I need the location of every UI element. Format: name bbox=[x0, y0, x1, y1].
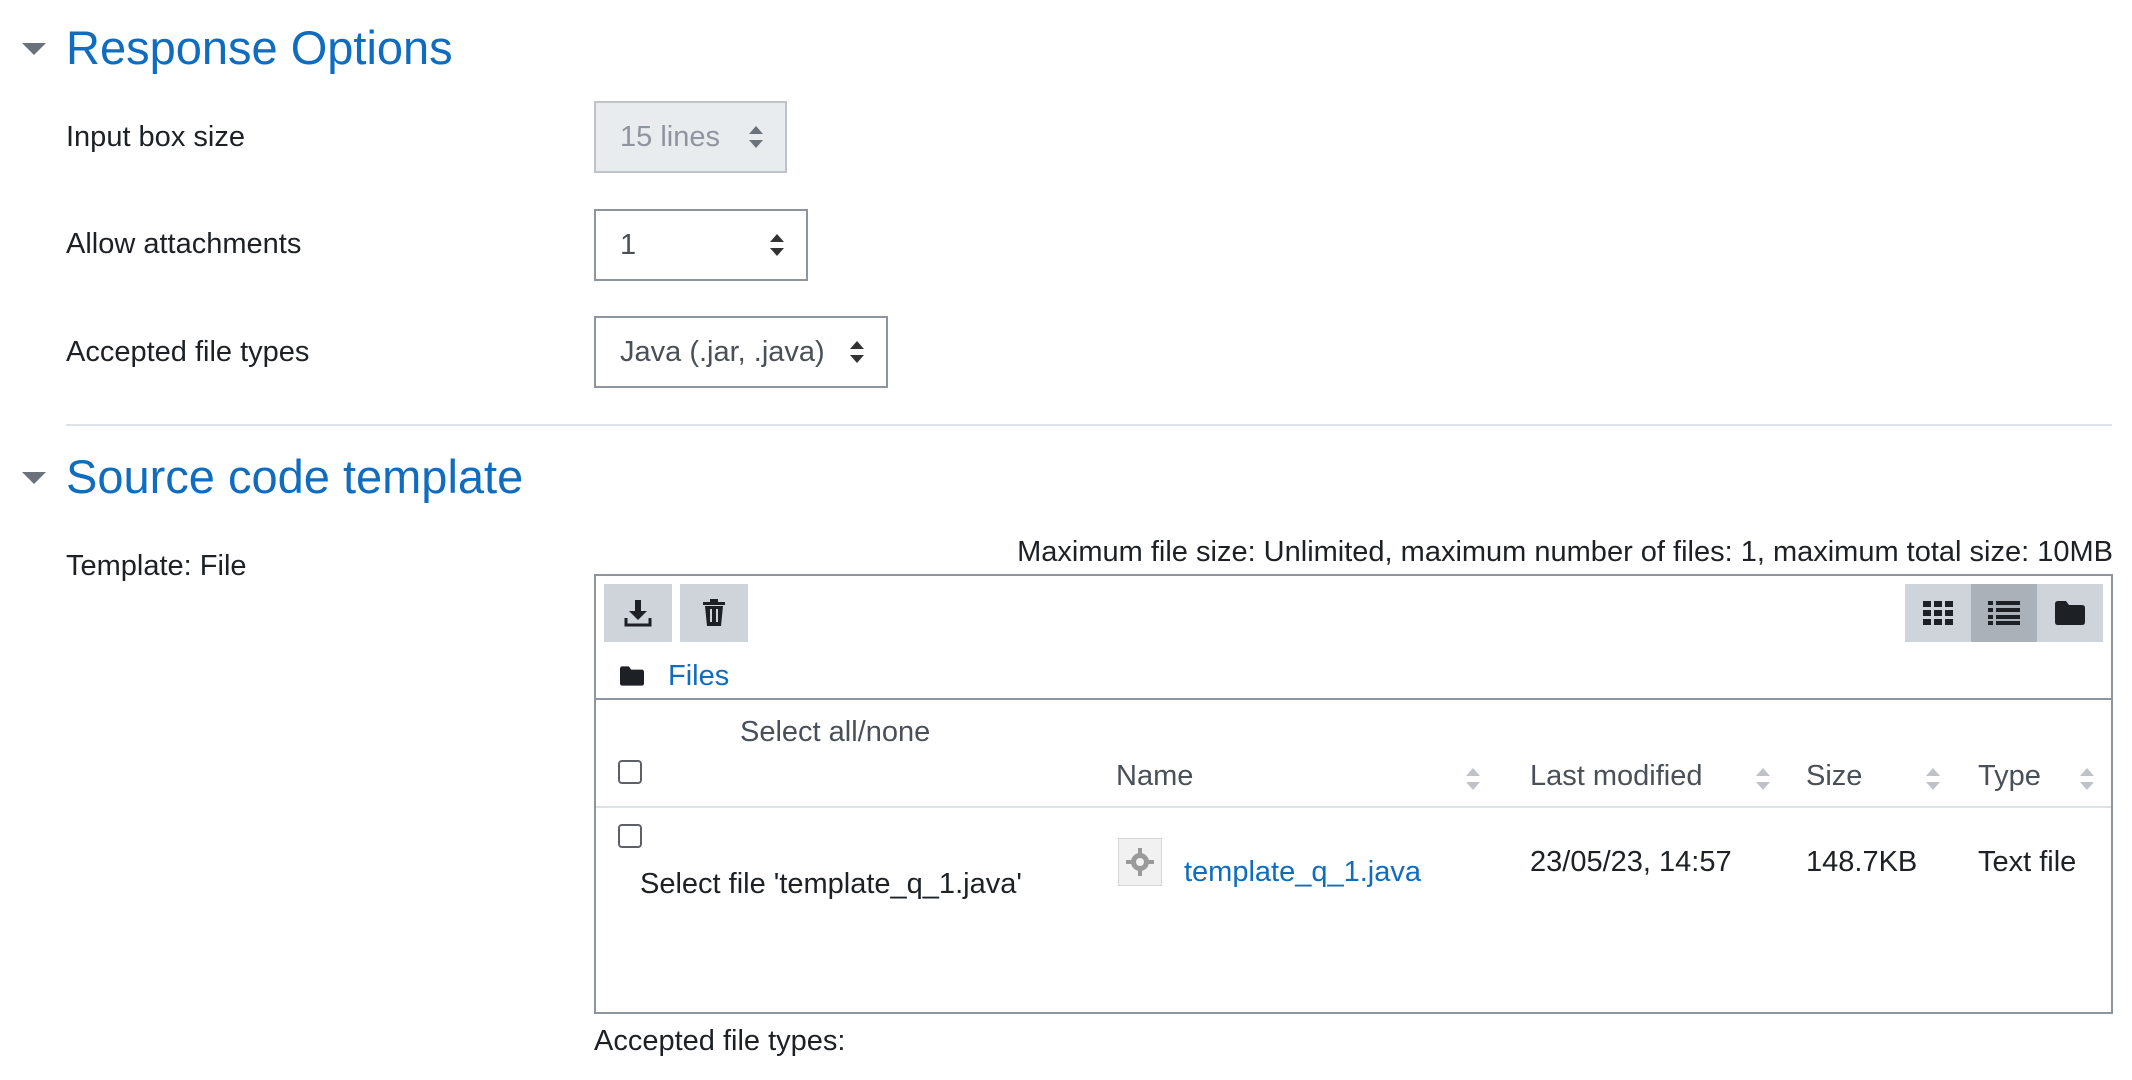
section-title-source-code-template[interactable]: Source code template bbox=[66, 449, 523, 504]
file-size: 148.7KB bbox=[1806, 846, 1918, 878]
input-box-size-select: 15 lines bbox=[594, 101, 787, 173]
gear-icon bbox=[1126, 848, 1154, 876]
file-manager-divider bbox=[596, 698, 2111, 700]
collapse-caret-icon[interactable] bbox=[22, 472, 46, 484]
grid-icon bbox=[1923, 601, 1953, 625]
allow-attachments-select[interactable]: 1 bbox=[594, 209, 808, 281]
column-header-last-modified[interactable]: Last modified bbox=[1530, 760, 1703, 793]
column-header-type[interactable]: Type bbox=[1978, 760, 2041, 793]
allow-attachments-label: Allow attachments bbox=[66, 228, 302, 260]
trash-icon bbox=[703, 599, 725, 626]
download-icon bbox=[624, 600, 652, 627]
file-select-checkbox[interactable] bbox=[618, 824, 642, 848]
input-box-size-label: Input box size bbox=[66, 121, 245, 153]
list-icon bbox=[1988, 601, 2020, 625]
section-title-response-options[interactable]: Response Options bbox=[66, 20, 453, 75]
gear-file-icon[interactable] bbox=[1118, 838, 1162, 886]
accepted-file-types-label: Accepted file types bbox=[66, 336, 310, 368]
table-header-divider bbox=[596, 806, 2111, 808]
breadcrumb-files-link[interactable]: Files bbox=[668, 660, 729, 693]
column-header-name[interactable]: Name bbox=[1116, 760, 1193, 793]
file-name-link[interactable]: template_q_1.java bbox=[1184, 856, 1421, 889]
input-box-size-value: 15 lines bbox=[620, 120, 720, 153]
allow-attachments-value: 1 bbox=[620, 228, 637, 261]
delete-file-button[interactable] bbox=[680, 584, 748, 642]
section-divider bbox=[66, 424, 2112, 426]
file-limits-text: Maximum file size: Unlimited, maximum nu… bbox=[1017, 536, 2113, 568]
file-select-label: Select file 'template_q_1.java' bbox=[640, 868, 1022, 900]
select-all-checkbox[interactable] bbox=[618, 760, 642, 784]
accepted-file-types-footer: Accepted file types: bbox=[594, 1025, 846, 1057]
view-list-button[interactable] bbox=[1971, 584, 2037, 642]
select-arrows-icon bbox=[850, 341, 864, 363]
file-last-modified: 23/05/23, 14:57 bbox=[1530, 846, 1732, 878]
accepted-file-types-select[interactable]: Java (.jar, .java) bbox=[594, 316, 888, 388]
view-mode-group bbox=[1905, 584, 2103, 642]
add-file-button[interactable] bbox=[604, 584, 672, 642]
accepted-file-types-value: Java (.jar, .java) bbox=[620, 335, 825, 368]
file-type: Text file bbox=[1978, 846, 2077, 878]
template-file-label: Template: File bbox=[66, 550, 247, 582]
collapse-caret-icon[interactable] bbox=[22, 43, 46, 55]
folder-icon bbox=[620, 666, 644, 686]
select-all-none-label: Select all/none bbox=[740, 716, 931, 748]
sort-icon[interactable] bbox=[1926, 768, 1940, 790]
folder-icon bbox=[2055, 601, 2085, 625]
sort-icon[interactable] bbox=[1466, 768, 1480, 790]
view-tree-button[interactable] bbox=[2037, 584, 2103, 642]
column-header-size[interactable]: Size bbox=[1806, 760, 1862, 793]
select-arrows-icon bbox=[749, 126, 763, 148]
sort-icon[interactable] bbox=[2080, 768, 2094, 790]
sort-icon[interactable] bbox=[1756, 768, 1770, 790]
select-arrows-icon bbox=[770, 234, 784, 256]
view-icons-button[interactable] bbox=[1905, 584, 1971, 642]
file-manager: Files Select all/none Name Last modified… bbox=[594, 574, 2113, 1014]
